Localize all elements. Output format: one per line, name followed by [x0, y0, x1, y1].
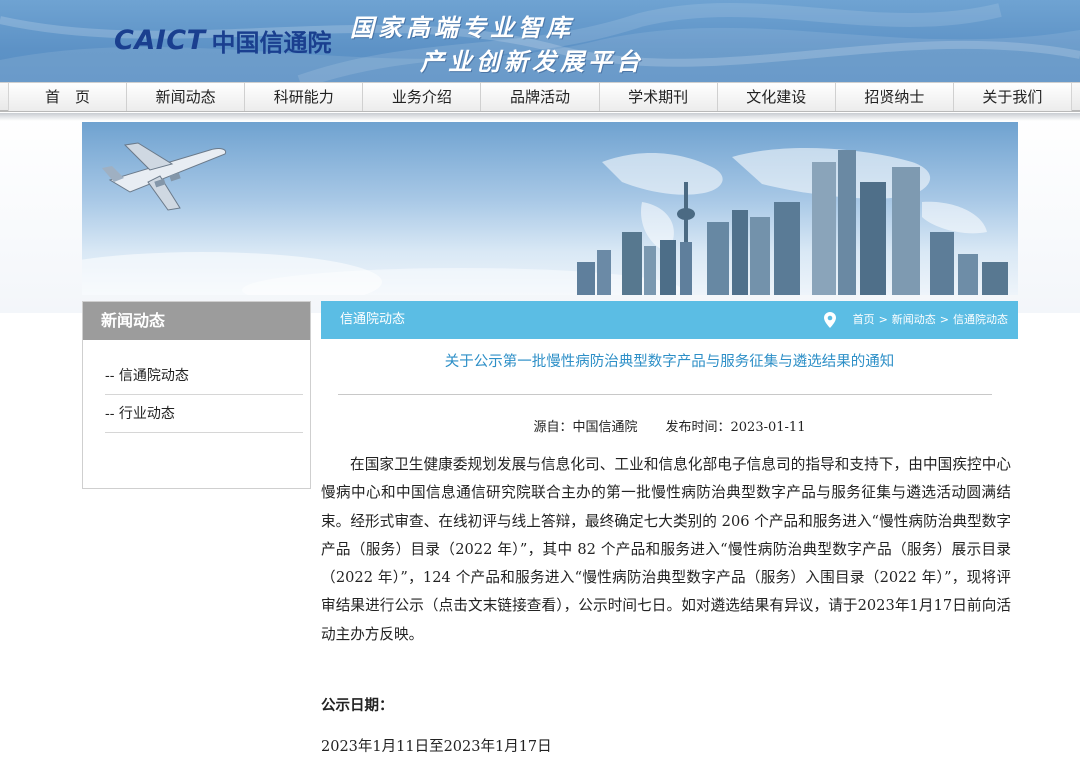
sidebar-title: 新闻动态 [83, 302, 310, 340]
article-meta: 源自：中国信通院 发布时间：2023-01-11 [321, 416, 1018, 435]
main-nav: 首 页 新闻动态 科研能力 业务介绍 品牌活动 学术期刊 文化建设 招贤纳士 关… [0, 82, 1080, 112]
sidebar-item-industry-news[interactable]: -- 行业动态 [105, 395, 303, 433]
slogan-line-2: 产业创新发展平台 [420, 48, 644, 76]
nav-business[interactable]: 业务介绍 [363, 83, 482, 111]
nav-research[interactable]: 科研能力 [245, 83, 364, 111]
article-source: 源自：中国信通院 [533, 420, 638, 435]
section-header-bar: 信通院动态 首页 > 新闻动态 > 信通院动态 [321, 301, 1018, 339]
section-title: 信通院动态 [340, 312, 406, 327]
publicity-date-label: 公示日期： [321, 697, 394, 714]
nav-journals[interactable]: 学术期刊 [600, 83, 718, 111]
slogan-line-1: 国家高端专业智库 [350, 14, 574, 42]
breadcrumb-caict-news[interactable]: 信通院动态 [953, 298, 1008, 342]
nav-news[interactable]: 新闻动态 [127, 83, 246, 111]
hero-banner [82, 122, 1018, 295]
breadcrumb-home[interactable]: 首页 [853, 298, 875, 342]
banner-illustration [82, 142, 1008, 295]
caict-logo[interactable]: CAICT 中国信通院 [114, 22, 332, 58]
nav-home[interactable]: 首 页 [9, 83, 128, 111]
breadcrumb: 首页 > 新闻动态 > 信通院动态 [849, 301, 1008, 339]
sidebar: 新闻动态 -- 信通院动态 -- 行业动态 [82, 301, 311, 489]
nav-about[interactable]: 关于我们 [954, 83, 1071, 111]
article-body: 在国家卫生健康委规划发展与信息化司、工业和信息化部电子信息司的指导和支持下，由中… [321, 451, 1011, 649]
logo-text-cn: 中国信通院 [211, 28, 332, 57]
sidebar-item-caict-news[interactable]: -- 信通院动态 [105, 357, 303, 395]
nav-shadow [0, 113, 1080, 121]
nav-culture[interactable]: 文化建设 [718, 83, 836, 111]
breadcrumb-separator: > [939, 313, 949, 326]
breadcrumb-news[interactable]: 新闻动态 [892, 298, 936, 342]
location-pin-icon [824, 312, 836, 328]
logo-text-en: CAICT [114, 24, 206, 56]
article-date: 发布时间：2023-01-11 [665, 420, 806, 435]
airplane-icon [102, 142, 227, 211]
site-header: CAICT 中国信通院 国家高端专业智库 产业创新发展平台 [0, 0, 1080, 82]
publicity-date-range: 2023年1月11日至2023年1月17日 [321, 739, 552, 755]
title-divider [338, 394, 992, 395]
article-title: 关于公示第一批慢性病防治典型数字产品与服务征集与遴选结果的通知 [444, 354, 895, 370]
nav-brand-events[interactable]: 品牌活动 [481, 83, 600, 111]
breadcrumb-separator: > [878, 313, 888, 326]
article-paragraph: 在国家卫生健康委规划发展与信息化司、工业和信息化部电子信息司的指导和支持下，由中… [321, 456, 1011, 643]
nav-careers[interactable]: 招贤纳士 [836, 83, 954, 111]
